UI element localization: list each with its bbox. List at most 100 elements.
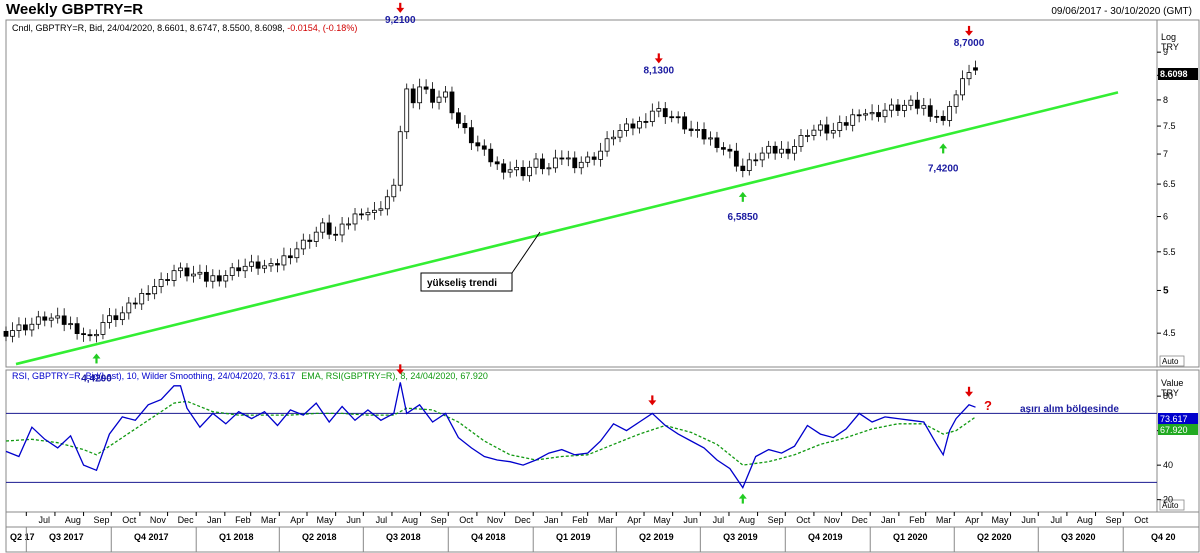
price-tick-label: 5 — [1163, 285, 1169, 296]
candle-body — [927, 105, 933, 117]
rsi-value-tag: 73.617 — [1158, 413, 1198, 424]
candle-body — [178, 267, 183, 272]
candle-body — [468, 127, 474, 144]
chart-canvas: Cndl, GBPTRY=R, Bid, 24/04/2020, 8.6601,… — [3, 2, 1200, 553]
month-label: Jan — [207, 515, 222, 525]
candle-body — [236, 267, 242, 272]
month-label: Jan — [881, 515, 896, 525]
candle-body — [300, 239, 306, 250]
candle-body — [22, 324, 28, 331]
candle-body — [410, 88, 416, 104]
month-label: Jan — [544, 515, 559, 525]
month-label: Apr — [627, 515, 641, 525]
quarter-label: Q1 2019 — [556, 532, 591, 542]
month-label: Feb — [909, 515, 925, 525]
price-tick-label: 8 — [1163, 95, 1168, 105]
candle-body — [397, 131, 403, 186]
annotation-label: 4,4200 — [81, 373, 112, 384]
month-label: Feb — [572, 515, 588, 525]
candle-body — [229, 267, 235, 276]
candle-body — [908, 99, 914, 106]
candle-body — [87, 334, 93, 337]
candle-body — [591, 156, 597, 160]
month-label: Aug — [402, 515, 418, 525]
quarter-label: Q3 2019 — [723, 532, 758, 542]
candle-body — [565, 157, 571, 160]
candle-body — [171, 270, 177, 281]
candle-body — [494, 161, 500, 165]
rsi-tick-label: 20 — [1163, 495, 1173, 505]
rsi-panel-frame — [5, 369, 1158, 513]
candle-body — [152, 286, 158, 295]
candle-body — [695, 129, 700, 131]
candle-body — [869, 112, 875, 115]
candle-body — [307, 239, 313, 242]
annotation-label: 6,5850 — [728, 212, 759, 223]
month-label: Sep — [1106, 515, 1122, 525]
candle-body — [901, 104, 907, 111]
month-label: Jun — [346, 515, 361, 525]
quarter-label: Q2 2018 — [302, 532, 337, 542]
month-label: Jul — [39, 515, 51, 525]
candle-body — [753, 159, 759, 162]
month-label: Jul — [1051, 515, 1063, 525]
candle-body — [882, 109, 888, 118]
candle-body — [811, 129, 817, 136]
candle-body — [417, 86, 423, 104]
candle-body — [339, 223, 345, 236]
candle-body — [688, 128, 694, 131]
candle-body — [507, 169, 513, 173]
candle-body — [216, 275, 222, 282]
candle-body — [837, 122, 843, 131]
quarter-label: Q1 2018 — [219, 532, 254, 542]
candle-body — [68, 323, 74, 326]
candle-body — [552, 157, 558, 169]
candle-body — [798, 135, 804, 147]
candle-body — [701, 129, 707, 140]
month-label: Apr — [290, 515, 304, 525]
candle-body — [475, 142, 481, 147]
last-price-tag: 8.6098 — [1158, 68, 1198, 80]
price-tick-label: 9 — [1163, 47, 1168, 57]
month-label: Sep — [431, 515, 447, 525]
candle-body — [404, 88, 410, 133]
candle-body — [895, 104, 901, 111]
candle-body — [132, 302, 138, 305]
candle-body — [249, 261, 255, 267]
month-label: Oct — [796, 515, 811, 525]
candle-body — [785, 148, 791, 154]
candle-body — [184, 267, 190, 277]
month-label: Nov — [824, 515, 841, 525]
month-label: Mar — [936, 515, 952, 525]
candle-body — [863, 113, 869, 116]
price-auto-label: Auto — [1162, 357, 1179, 366]
candle-body — [604, 138, 610, 152]
candle-body — [242, 265, 248, 272]
candle-body — [16, 324, 22, 331]
annotation-label: 7,4200 — [928, 163, 959, 174]
month-label: Jul — [376, 515, 388, 525]
candle-body — [423, 86, 429, 90]
candle-body — [669, 116, 675, 119]
candle-body — [637, 121, 642, 129]
candle-body — [649, 110, 655, 123]
price-tick-label: 7 — [1163, 149, 1168, 159]
candle-body — [384, 196, 390, 210]
month-label: Aug — [739, 515, 755, 525]
rsi-value: 73.617 — [1160, 414, 1188, 424]
month-label: Jun — [683, 515, 698, 525]
candle-body — [572, 157, 578, 169]
candle-body — [333, 233, 339, 236]
candle-body — [960, 78, 965, 96]
candle-body — [55, 315, 61, 319]
candle-body — [462, 122, 468, 129]
quarter-label: Q1 2020 — [893, 532, 928, 542]
candle-body — [766, 145, 772, 154]
candle-body — [850, 114, 856, 126]
rsi-tick-label: 80 — [1163, 391, 1173, 401]
quarter-label: Q4 2017 — [134, 532, 169, 542]
candle-body — [824, 124, 830, 134]
month-label: Jul — [713, 515, 725, 525]
candle-body — [611, 136, 616, 140]
candle-body — [3, 330, 9, 337]
